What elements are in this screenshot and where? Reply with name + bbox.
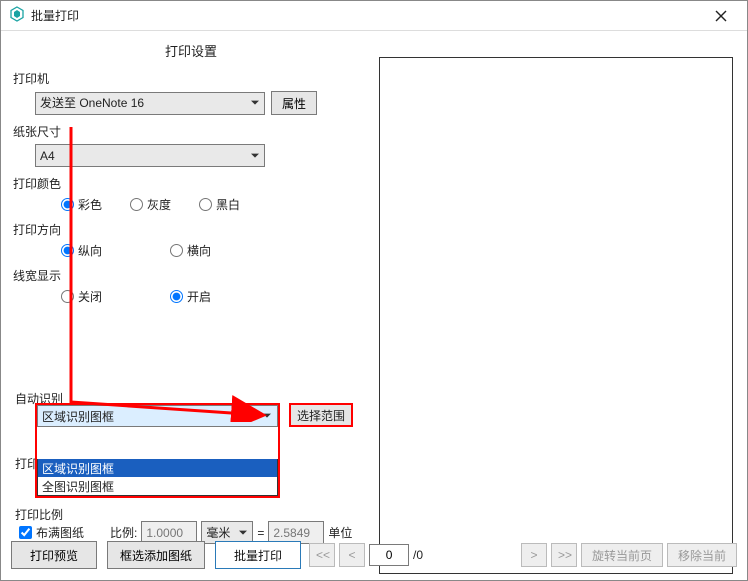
printer-select[interactable]: 发送至 OneNote 16	[35, 92, 265, 115]
color-radio-bw[interactable]: 黑白	[199, 196, 240, 213]
pager-last-button[interactable]: >>	[551, 543, 577, 567]
color-label: 打印颜色	[11, 171, 371, 194]
printer-properties-button[interactable]: 属性	[271, 91, 317, 115]
ratio-equals: =	[257, 526, 264, 540]
settings-header: 打印设置	[11, 37, 371, 66]
linewidth-radio-off[interactable]: 关闭	[61, 288, 102, 305]
remove-page-button[interactable]: 移除当前	[667, 543, 737, 567]
batch-print-button[interactable]: 批量打印	[215, 541, 301, 569]
paper-label: 纸张尺寸	[11, 119, 371, 142]
auto-detect-combo[interactable]: 区域识别图框 区域识别图框 全图识别图框	[35, 403, 280, 498]
pager-page-input[interactable]	[369, 544, 409, 566]
printer-label: 打印机	[11, 66, 371, 89]
pager-total: /0	[413, 548, 423, 562]
select-range-button[interactable]: 选择范围	[289, 403, 353, 427]
ratio-result-unit: 单位	[328, 524, 352, 541]
linewidth-label: 线宽显示	[11, 263, 371, 286]
print-preview-button[interactable]: 打印预览	[11, 541, 97, 569]
print-preview-area	[379, 57, 733, 574]
auto-detect-option-1[interactable]: 全图识别图框	[38, 477, 277, 495]
linewidth-radio-on[interactable]: 开启	[170, 288, 211, 305]
orient-radio-landscape[interactable]: 横向	[170, 242, 211, 259]
app-icon	[9, 6, 25, 25]
box-add-sheet-button[interactable]: 框选添加图纸	[107, 541, 205, 569]
rotate-page-button[interactable]: 旋转当前页	[581, 543, 663, 567]
pager-prev-button[interactable]: <	[339, 543, 365, 567]
close-icon	[715, 10, 727, 22]
orient-radio-portrait[interactable]: 纵向	[61, 242, 102, 259]
color-radio-full[interactable]: 彩色	[61, 196, 102, 213]
pager-first-button[interactable]: <<	[309, 543, 335, 567]
auto-detect-option-0[interactable]: 区域识别图框	[38, 459, 277, 477]
fill-paper-checkbox[interactable]: 布满图纸	[19, 524, 84, 541]
pager-next-button[interactable]: >	[521, 543, 547, 567]
color-radio-gray[interactable]: 灰度	[130, 196, 171, 213]
window-title: 批量打印	[31, 7, 79, 24]
close-button[interactable]	[701, 3, 741, 29]
auto-detect-selected[interactable]: 区域识别图框	[37, 405, 278, 427]
orient-label: 打印方向	[11, 217, 371, 240]
ratio-text-label: 比例:	[110, 524, 137, 541]
auto-detect-dropdown: 区域识别图框 全图识别图框	[37, 459, 278, 496]
paper-size-select[interactable]: A4	[35, 144, 265, 167]
